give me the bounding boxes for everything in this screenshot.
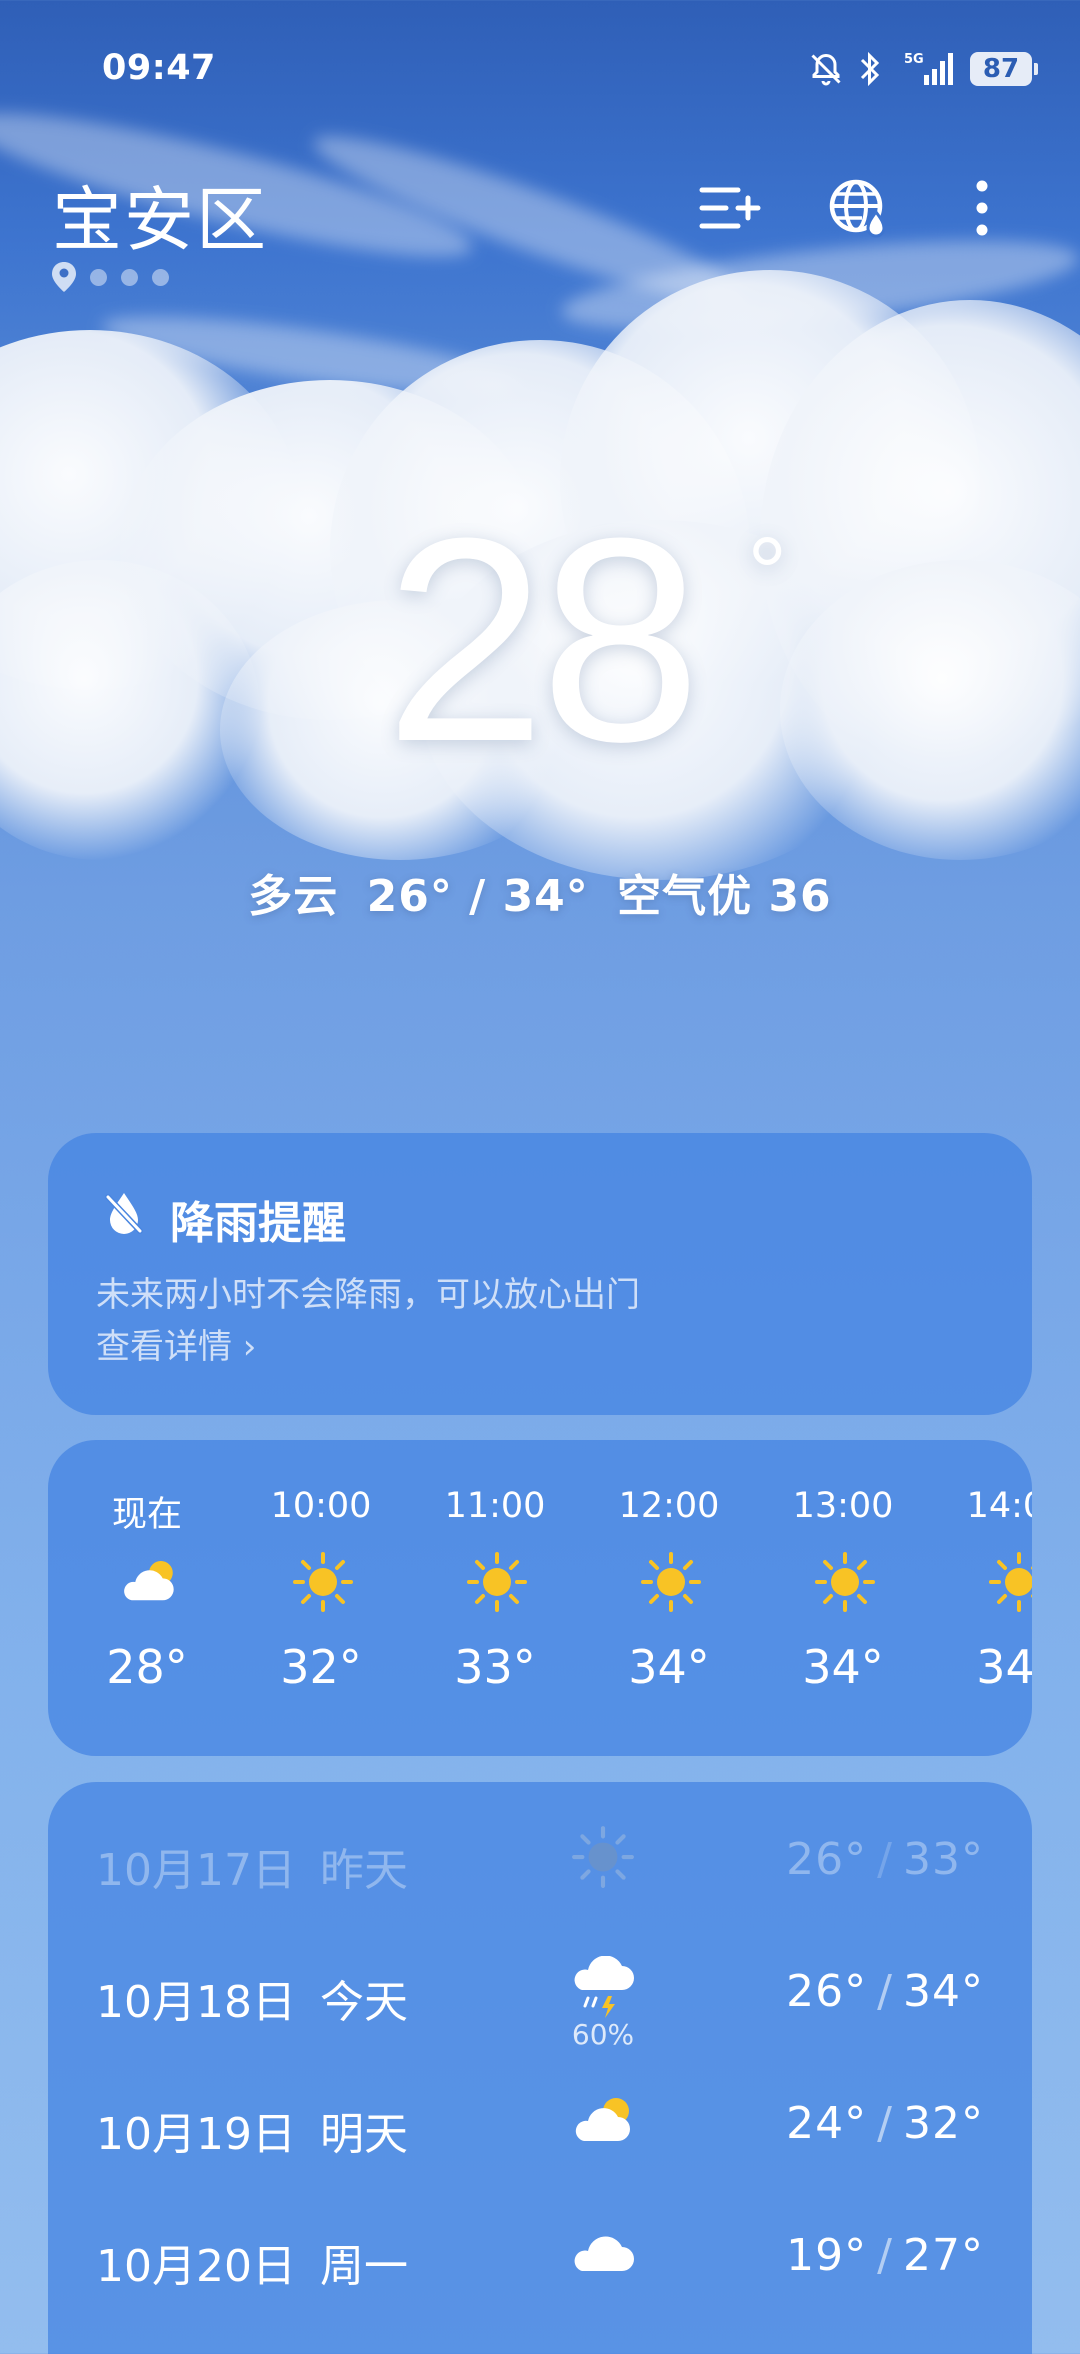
rain-alert-card[interactable]: 降雨提醒 未来两小时不会降雨，可以放心出门 查看详情 › [48,1133,1032,1415]
daily-date: 10月17日 [96,1845,296,1896]
daily-row[interactable]: 10月17日 昨天 26°/33° [48,1808,1032,1908]
city-page-indicator [52,262,169,292]
partly-cloudy-icon [568,2088,638,2154]
hourly-time: 13:00 [792,1486,894,1526]
no-rain-icon [105,1193,143,1234]
status-icons: 5G 87 [808,46,1038,92]
current-summary[interactable]: 多云 26° / 34° 空气优 36 [0,860,1080,924]
signal-5g-icon: 5G [898,49,958,89]
hourly-item: 12:00 34° [594,1440,744,1756]
daily-low: 26° [786,1834,868,1885]
daily-high: 34° [903,1966,984,2017]
daily-day-name: 今天 [320,1977,408,2028]
hourly-time: 现在 [111,1495,182,1535]
hourly-time: 14:00 [966,1486,1032,1526]
hourly-item: 14:00 34° [942,1440,1032,1756]
daily-low: 24° [786,2098,868,2149]
sun-icon [291,1550,355,1614]
hourly-time: 11:00 [444,1486,546,1526]
battery-icon: 87 [970,52,1038,86]
hourly-temperature: 32° [280,1640,362,1694]
daily-row[interactable]: 10月19日 明天 24°/32° [48,2072,1032,2172]
bell-off-icon [808,49,844,89]
daily-day-name: 明天 [320,2109,408,2160]
add-city-icon [699,187,761,229]
sun-icon [987,1550,1032,1614]
air-quality: 空气优 36 [617,871,832,922]
status-bar: 09:47 5G 87 [0,0,1080,140]
thunderstorm-icon [568,1955,638,2022]
sun-icon [813,1550,877,1614]
hourly-temperature: 33° [454,1640,536,1694]
hourly-forecast-card[interactable]: 现在 28° 10:00 32° 11:00 33° 12:00 34° 13:00 34° 14:… [48,1440,1032,1756]
hourly-temperature: 34° [802,1640,884,1694]
daily-high: 33° [903,1834,984,1885]
city-name[interactable]: 宝安区 [52,164,268,265]
status-time: 09:47 [102,48,216,88]
add-city-button[interactable] [690,168,770,248]
more-button[interactable] [942,168,1022,248]
rain-alert-title: 降雨提醒 [170,1198,346,1249]
precipitation-probability: 60% [571,2018,635,2051]
hourly-temperature: 34° [976,1640,1032,1694]
daily-temp-range: 26°/33° [786,1834,984,1885]
hourly-item: 10:00 32° [246,1440,396,1756]
current-range: 26° / 34° [366,871,589,922]
daily-row[interactable]: 10月20日 周一 19°/27° [48,2204,1032,2304]
daily-day-name: 昨天 [320,1845,408,1896]
more-icon [976,180,988,236]
daily-low: 26° [786,1966,868,2017]
daily-low: 19° [786,2230,868,2281]
network-label: 5G [904,52,924,67]
daily-date: 10月20日 [96,2241,296,2292]
header: 宝安区 [0,150,1080,310]
daily-high: 27° [903,2230,984,2281]
sun-icon [639,1550,703,1614]
globe-rain-icon [829,179,886,238]
daily-day-name: 周一 [320,2241,408,2292]
current-condition: 多云 [248,871,339,922]
hourly-time: 10:00 [270,1486,372,1526]
hourly-time: 12:00 [618,1486,720,1526]
daily-high: 32° [903,2098,984,2149]
partly-cloudy-icon [117,1550,181,1614]
daily-temp-range: 19°/27° [786,2230,984,2281]
globe-weather-button[interactable] [818,168,898,248]
sun-icon [568,1824,638,1890]
daily-temp-range: 26°/34° [786,1966,984,2017]
current-temperature-block: 28 ° [0,495,1080,785]
sun-icon [465,1550,529,1614]
hourly-temperature: 34° [628,1640,710,1694]
hourly-temperature: 28° [106,1640,188,1694]
daily-date: 10月19日 [96,2109,296,2160]
degree-symbol: ° [747,517,787,629]
daily-temp-range: 24°/32° [786,2098,984,2149]
daily-date: 10月18日 [96,1977,296,2028]
current-temperature: 28 ° [384,478,788,802]
daily-forecast-card[interactable]: 10月17日 昨天 26°/33° 10月18日 今天 60% 26°/34° 10月19日明… [48,1782,1032,2354]
location-pin-icon [52,262,76,292]
rain-alert-description: 未来两小时不会降雨，可以放心出门 [96,1275,640,1315]
view-details-link[interactable]: 查看详情 › [96,1319,256,1368]
daily-row[interactable]: 10月18日 今天 60% 26°/34° [48,1940,1032,2051]
hourly-item: 现在 28° [72,1440,222,1756]
bluetooth-icon [856,49,886,89]
cloud-icon [568,2220,638,2286]
hourly-item: 13:00 34° [768,1440,918,1756]
page-dot [152,268,169,286]
page-dot [90,268,107,286]
hourly-item: 11:00 33° [420,1440,570,1756]
page-dot [121,268,138,286]
